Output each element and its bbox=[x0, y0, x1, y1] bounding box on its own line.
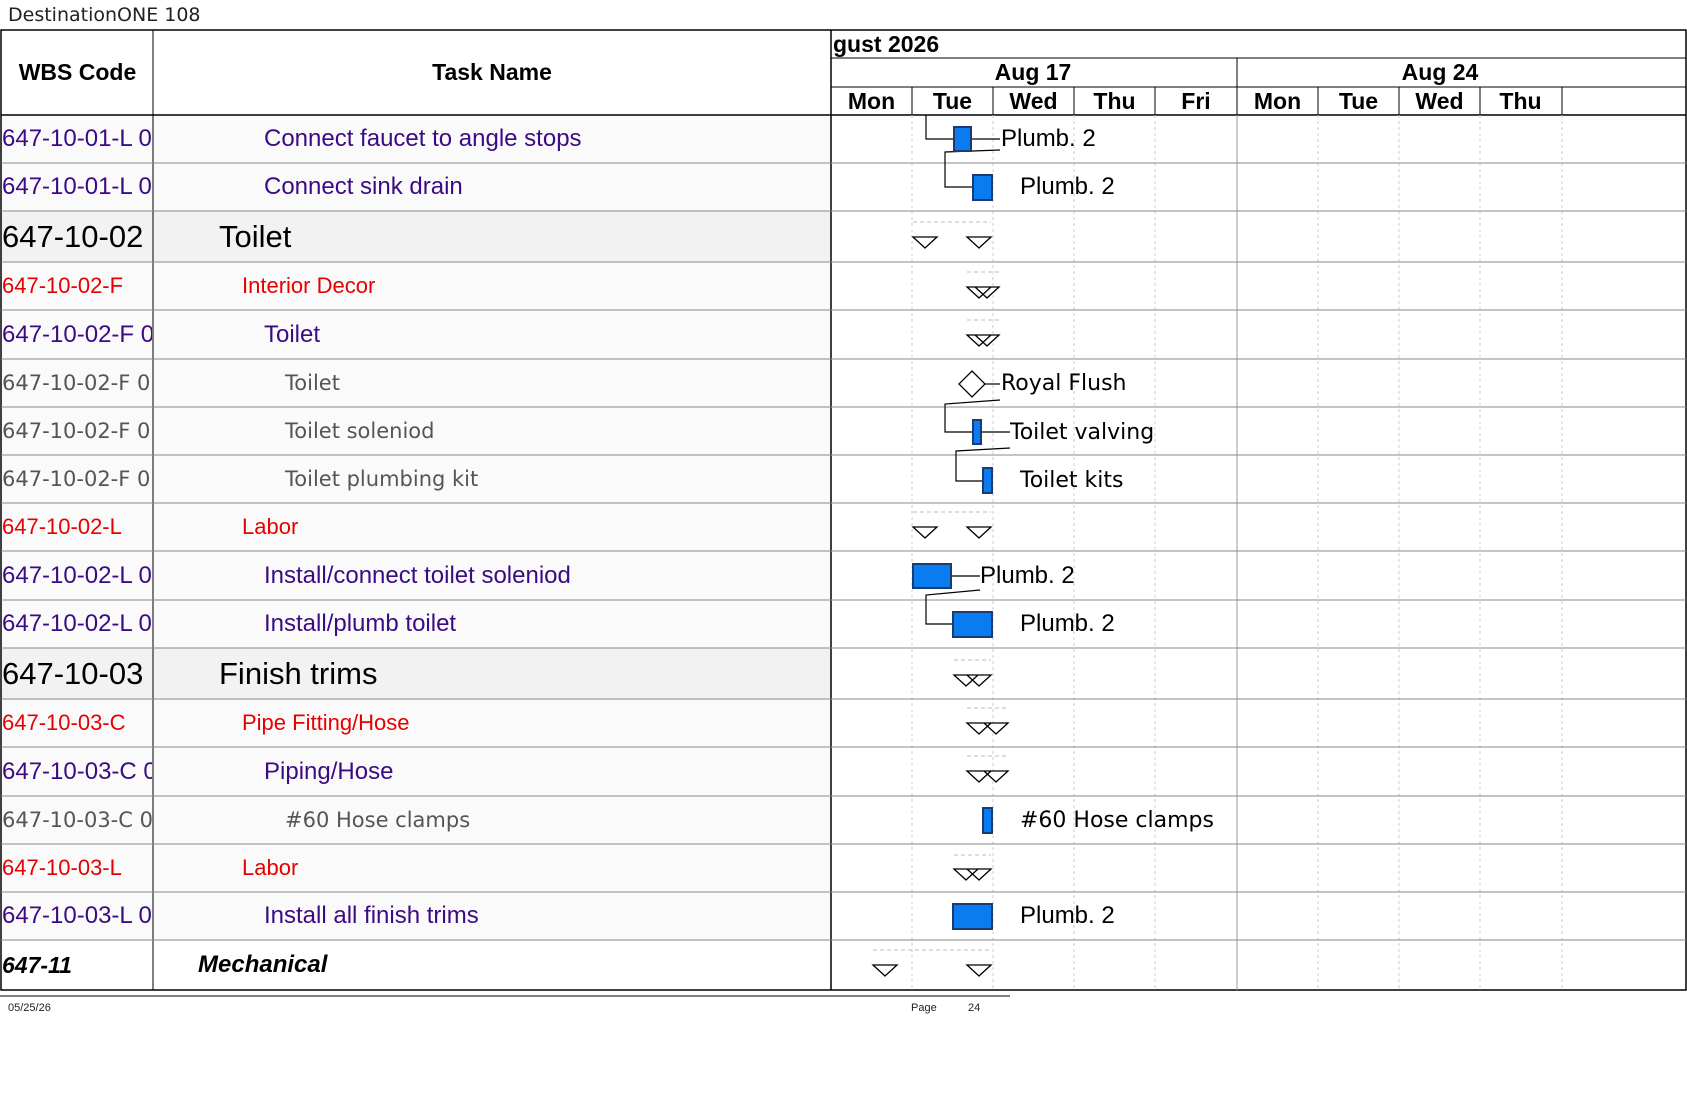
task-bar[interactable] bbox=[972, 419, 982, 445]
bar-label: Plumb. 2 bbox=[1020, 902, 1115, 929]
summary-marker-icon bbox=[965, 526, 993, 539]
summary-marker-icon bbox=[965, 334, 1001, 347]
bar-label: Plumb. 2 bbox=[1020, 610, 1115, 637]
task-bar[interactable] bbox=[953, 126, 972, 152]
summary-marker-icon bbox=[965, 286, 1001, 299]
task-bar[interactable] bbox=[952, 903, 993, 930]
footer-date: 05/25/26 bbox=[8, 1002, 51, 1014]
task-bar[interactable] bbox=[912, 563, 952, 589]
bar-label: #60 Hose clamps bbox=[1020, 808, 1214, 833]
bar-label: Toilet kits bbox=[1020, 468, 1124, 493]
summary-marker-icon bbox=[911, 526, 939, 539]
task-bar[interactable] bbox=[982, 467, 993, 494]
bar-label: Plumb. 2 bbox=[1020, 173, 1115, 200]
gantt-chart-area bbox=[871, 115, 1011, 977]
bar-label: Plumb. 2 bbox=[980, 562, 1075, 589]
summary-marker-icon bbox=[871, 964, 899, 977]
summary-marker-icon bbox=[952, 868, 993, 881]
milestone-diamond-icon bbox=[958, 370, 986, 398]
summary-marker-icon bbox=[965, 964, 993, 977]
task-bar[interactable] bbox=[982, 807, 993, 834]
footer-page-label: Page bbox=[911, 1002, 937, 1014]
bar-label: Plumb. 2 bbox=[1001, 125, 1096, 152]
summary-marker-icon bbox=[965, 236, 993, 249]
bar-label: Toilet valving bbox=[1010, 420, 1155, 445]
summary-marker-icon bbox=[965, 722, 1010, 735]
summary-marker-icon bbox=[952, 674, 993, 687]
bar-label: Royal Flush bbox=[1001, 371, 1127, 396]
summary-marker-icon bbox=[965, 770, 1010, 783]
task-bar[interactable] bbox=[952, 611, 993, 638]
task-bar[interactable] bbox=[972, 174, 993, 201]
footer-page-number: 24 bbox=[968, 1002, 981, 1014]
summary-marker-icon bbox=[911, 236, 939, 249]
